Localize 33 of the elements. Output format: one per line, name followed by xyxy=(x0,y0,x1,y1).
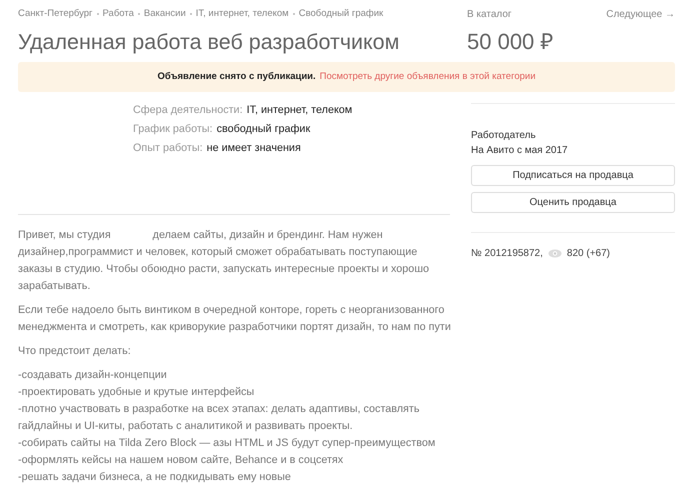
seller-button[interactable]: Подписаться на продавца xyxy=(471,165,675,186)
duty-item: -оформлять кейсы на нашем новом сайте, Behance и в соцсетях xyxy=(18,453,344,468)
eye-icon xyxy=(548,249,562,258)
seller-role: Работодатель xyxy=(471,129,537,143)
breadcrumb-link[interactable]: Свободный график xyxy=(298,6,384,22)
breadcrumb-link[interactable]: IT, интернет, телеком xyxy=(196,6,289,22)
breadcrumb-link[interactable]: Санкт-Петербург xyxy=(18,6,93,22)
description-paragraph: Что предстоит делать: xyxy=(18,344,132,359)
description-paragraph: Если тебе надоело быть винтиком в очередной конторе, гореть с неорганизованного менеджмента и смотреть, как криворукие разработчики портят дизайн, то нам по пути xyxy=(18,303,452,335)
ad-title: Удаленная работа веб разработчиком xyxy=(18,29,400,56)
ad-number: № 2012195872, xyxy=(471,247,543,261)
view-count: 820 (+67) xyxy=(566,247,610,261)
price: 50 000 ₽ xyxy=(467,28,554,56)
param-label: Сфера деятельности: xyxy=(133,103,243,118)
breadcrumb-link[interactable]: Работа xyxy=(102,6,134,22)
category-link[interactable]: Посмотреть другие объявления в этой категории xyxy=(320,70,536,84)
seller-since: На Авито с мая 2017 xyxy=(471,144,569,158)
duty-item: -решать задачи бизнеса, а не подкидывать ему новые xyxy=(18,470,292,485)
param-value: IT, интернет, телеком xyxy=(246,103,352,118)
seller-button[interactable]: Оценить продавца xyxy=(471,192,675,213)
notice-message: Объявление снято с публикации. xyxy=(157,70,316,84)
param-label: График работы: xyxy=(133,122,213,137)
catalog-link[interactable]: В каталог xyxy=(467,6,512,22)
param-value: свободный график xyxy=(216,122,310,137)
duty-item: -проектировать удобные и крутые интерфейсы xyxy=(18,385,256,400)
param-value: не имеет значения xyxy=(206,141,301,156)
description-paragraph: Привет, мы студия делаем сайты, дизайн и брендинг. Нам нужен дизайнер,программист и человек, который сможет обрабатывать поступающие заказы в студию. Чтобы обоюдно расти, запускать интересные проекты и хорошо зарабатывать. xyxy=(18,228,430,294)
breadcrumb-link[interactable]: Вакансии xyxy=(144,6,186,22)
next-link[interactable]: Следующее → xyxy=(606,6,675,22)
duty-item: -плотно участвовать в разработке на всех этапах: делать адаптивы, составлять гайдлайны и UI-киты, работать с аналитикой и развивать проекты. xyxy=(18,402,420,434)
param-label: Опыт работы: xyxy=(133,141,203,156)
duty-item: -создавать дизайн-концепции xyxy=(18,368,168,383)
duty-item: -собирать сайты на Tilda Zero Block — азы HTML и JS будут супер-преимуществом xyxy=(18,436,436,451)
